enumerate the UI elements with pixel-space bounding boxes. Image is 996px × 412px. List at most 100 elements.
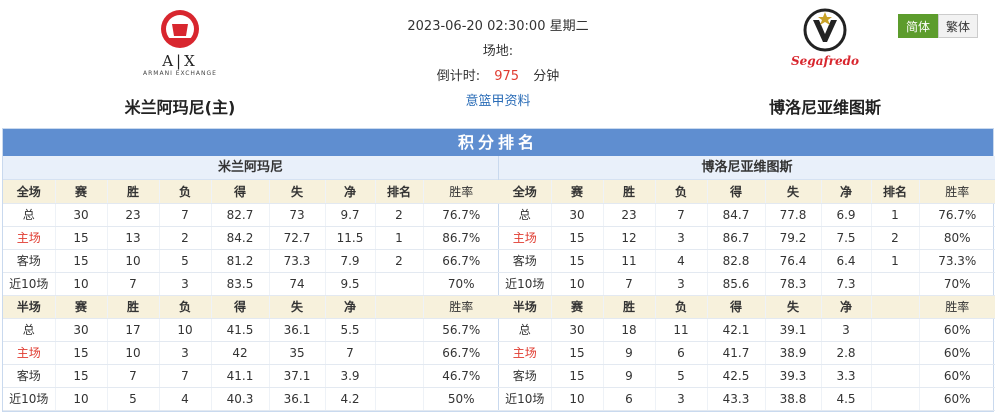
table-cell: 11 (603, 249, 656, 273)
row-label: 客场 (3, 364, 56, 388)
home-half-header-row: 半场赛胜负得失净 胜率 (3, 295, 499, 319)
table-cell: 70% (919, 272, 995, 296)
column-header: 赛 (551, 295, 604, 319)
column-header: 胜 (603, 295, 656, 319)
row-label: 近10场 (499, 272, 552, 296)
table-row: 近10场 10 5 4 40.3 36.1 4.2 50% (3, 387, 499, 411)
home-team-logo[interactable]: A|X ARMANI EXCHANGE (90, 8, 270, 90)
away-standings: 博洛尼亚维图斯 全场赛胜负得失净排名 胜率总 30 23 7 84.7 77.8 6.9 1 76… (499, 156, 995, 412)
row-label: 客场 (499, 249, 552, 273)
table-cell: 3 (655, 272, 708, 296)
table-cell (375, 272, 424, 296)
table-cell: 41.1 (211, 364, 270, 388)
table-cell: 15 (551, 226, 604, 250)
table-cell: 4 (655, 249, 708, 273)
column-header: 胜率 (919, 295, 995, 319)
table-row: 客场 15 7 7 41.1 37.1 3.9 46.7% (3, 364, 499, 388)
table-cell: 4 (159, 387, 212, 411)
table-cell: 7 (325, 341, 376, 365)
lang-traditional-button[interactable]: 繁体 (938, 14, 978, 38)
table-cell: 38.8 (765, 387, 822, 411)
column-header: 胜 (107, 295, 160, 319)
away-standings-table: 全场赛胜负得失净排名 胜率总 30 23 7 84.7 77.8 6.9 1 76.7% 主场 15 1… (499, 180, 995, 411)
table-row: 近10场 10 7 3 85.6 78.3 7.3 70% (499, 272, 995, 296)
table-cell: 66.7% (423, 341, 499, 365)
row-label: 总 (499, 203, 552, 227)
away-team-name[interactable]: 博洛尼亚维图斯 (740, 94, 910, 118)
column-header (375, 295, 424, 319)
row-label: 主场 (3, 341, 56, 365)
table-cell (871, 272, 920, 296)
table-cell: 9 (603, 341, 656, 365)
table-cell: 10 (107, 249, 160, 273)
table-cell: 15 (55, 341, 108, 365)
table-cell: 42 (211, 341, 270, 365)
home-full-header-row: 全场赛胜负得失净排名 胜率 (3, 180, 499, 204)
table-cell: 73 (269, 203, 326, 227)
row-label: 近10场 (3, 272, 56, 296)
table-cell: 3 (821, 318, 872, 342)
home-logo-text: A|X (162, 52, 198, 70)
column-header: 胜率 (423, 295, 499, 319)
home-standings-team: 米兰阿玛尼 (3, 156, 498, 180)
table-row: 总 30 18 11 42.1 39.1 3 60% (499, 318, 995, 342)
countdown-label: 倒计时: (436, 69, 481, 84)
column-header: 胜 (107, 180, 160, 204)
column-header: 得 (211, 180, 270, 204)
home-logo-sub: ARMANI EXCHANGE (143, 70, 217, 77)
row-label: 近10场 (3, 387, 56, 411)
row-label: 总 (3, 318, 56, 342)
row-label: 总 (499, 318, 552, 342)
table-cell: 6 (655, 341, 708, 365)
column-header: 失 (269, 180, 326, 204)
column-header: 失 (765, 180, 822, 204)
row-label: 主场 (499, 226, 552, 250)
column-header: 得 (707, 180, 766, 204)
table-cell: 40.3 (211, 387, 270, 411)
table-row: 主场 15 13 2 84.2 72.7 11.5 1 86.7% (3, 226, 499, 250)
table-cell: 10 (55, 272, 108, 296)
table-cell: 43.3 (707, 387, 766, 411)
row-label: 客场 (3, 249, 56, 273)
table-cell: 60% (919, 318, 995, 342)
column-header: 半场 (3, 295, 56, 319)
column-header: 得 (211, 295, 270, 319)
table-cell (375, 318, 424, 342)
table-cell: 50% (423, 387, 499, 411)
table-cell: 76.7% (919, 203, 995, 227)
column-header: 负 (655, 180, 708, 204)
table-cell: 3 (655, 387, 708, 411)
column-header: 胜率 (919, 180, 995, 204)
table-cell: 15 (551, 364, 604, 388)
lang-simplified-button[interactable]: 简体 (898, 14, 938, 38)
standings-title: 积分排名 (3, 129, 993, 156)
table-cell: 5.5 (325, 318, 376, 342)
table-cell: 82.7 (211, 203, 270, 227)
home-team-name[interactable]: 米兰阿玛尼(主) (90, 94, 270, 118)
table-cell (375, 364, 424, 388)
venue-label: 场地: (482, 44, 514, 59)
table-cell: 12 (603, 226, 656, 250)
away-standings-team: 博洛尼亚维图斯 (499, 156, 995, 180)
table-cell (375, 341, 424, 365)
table-cell: 7.5 (821, 226, 872, 250)
table-cell: 79.2 (765, 226, 822, 250)
home-standings-table: 全场赛胜负得失净排名 胜率总 30 23 7 82.7 73 9.7 2 76.7% 主场 15 13 2… (3, 180, 499, 411)
table-cell: 7.3 (821, 272, 872, 296)
league-info-link[interactable]: 意篮甲资料 (380, 89, 616, 114)
table-row: 总 30 23 7 82.7 73 9.7 2 76.7% (3, 203, 499, 227)
table-cell: 23 (107, 203, 160, 227)
table-cell: 15 (55, 226, 108, 250)
table-cell: 10 (107, 341, 160, 365)
table-cell: 7 (159, 364, 212, 388)
column-header: 排名 (871, 180, 920, 204)
row-label: 客场 (499, 364, 552, 388)
table-cell: 6 (603, 387, 656, 411)
away-team-logo[interactable]: Segafredo (740, 8, 910, 90)
table-cell: 70% (423, 272, 499, 296)
table-cell: 3.3 (821, 364, 872, 388)
column-header: 全场 (3, 180, 56, 204)
table-cell: 10 (55, 387, 108, 411)
table-cell: 13 (107, 226, 160, 250)
table-cell: 7 (159, 203, 212, 227)
